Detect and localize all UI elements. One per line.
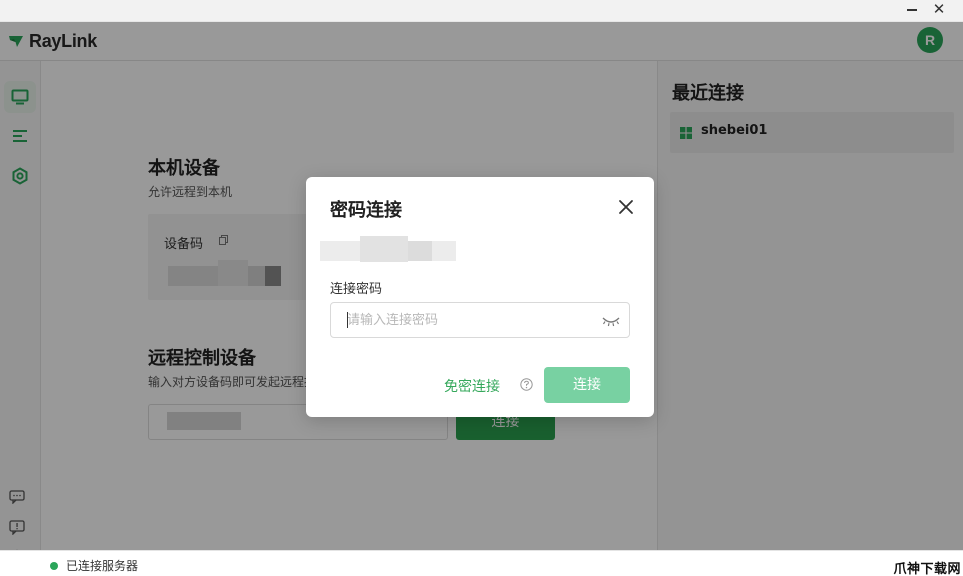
connection-status-dot [50,562,58,570]
device-id-redacted [360,236,408,262]
password-input[interactable] [330,302,630,338]
text-caret [347,312,348,328]
window-close-button[interactable]: ✕ [931,1,947,17]
close-icon [619,200,633,214]
device-id-redacted [432,241,456,261]
status-bar: 已连接服务器 爪神下载网 [0,550,963,576]
dialog-close-button[interactable] [616,197,636,217]
passwordless-connect-link[interactable]: 免密连接 [444,376,500,396]
password-connect-dialog: 密码连接 连接密码 免密连接 连接 [306,177,654,417]
eye-closed-icon[interactable] [601,315,621,327]
device-id-redacted [320,241,360,261]
dialog-title: 密码连接 [330,200,402,221]
password-field-label: 连接密码 [330,282,383,297]
minimize-button[interactable] [907,9,917,11]
help-icon[interactable] [520,378,533,391]
dialog-connect-button[interactable]: 连接 [544,367,630,403]
watermark-text: 爪神下载网 [893,562,961,576]
connection-status-text: 已连接服务器 [66,559,139,573]
window-titlebar: ✕ [0,0,963,22]
device-id-redacted [408,241,432,261]
